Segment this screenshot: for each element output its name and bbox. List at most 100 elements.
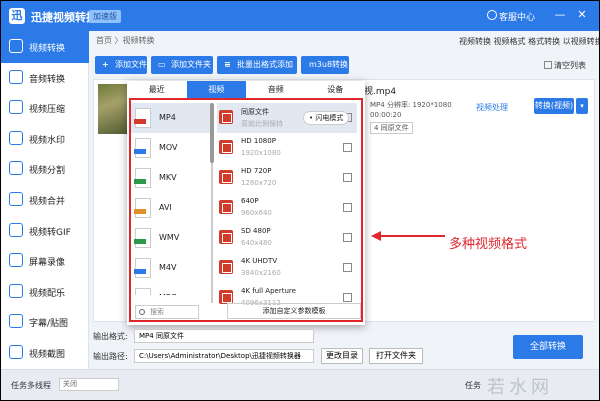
quality-item[interactable]: HD 720P 1280x720 (217, 163, 357, 193)
quality-title: 4K full Aperture (241, 287, 296, 295)
video-preset-icon (219, 200, 233, 214)
file-meta: MP4 分辨率: 1920*1080 00:00:20 (370, 101, 452, 119)
video-preset-icon (219, 140, 233, 154)
clear-list-checkbox[interactable]: 清空列表 (544, 60, 586, 71)
annotation-arrow (371, 231, 445, 241)
quality-item[interactable]: SD 480P 640x480 (217, 223, 357, 253)
sidebar-item-label: 屏幕录像 (29, 258, 66, 269)
sidebar-item-label: 视频配乐 (29, 288, 66, 299)
format-item[interactable]: WMV (131, 223, 213, 253)
sidebar-item-6[interactable]: 视频转GIF (1, 215, 89, 247)
video-file-icon (134, 138, 151, 158)
add-file-button[interactable]: + 添加文件 (95, 56, 147, 74)
close-button[interactable]: ✕ (575, 8, 589, 22)
m3u8-convert-button[interactable]: m3u8转换 (301, 56, 349, 74)
sidebar-item-label: 视频截图 (29, 350, 66, 360)
change-directory-button[interactable]: 更改目录 (321, 348, 363, 364)
video-file-icon (134, 198, 151, 218)
sidebar-item-label: 视频转换 (29, 44, 66, 54)
sidebar-item-8[interactable]: 视频配乐 (1, 276, 89, 308)
sidebar-item-9[interactable]: 字幕/贴图 (1, 306, 89, 338)
video-file-icon (134, 168, 151, 188)
format-label: M4V (159, 263, 177, 272)
edit-icon[interactable] (343, 263, 352, 272)
quality-size: 1280x720 (241, 179, 277, 187)
output-format-select[interactable]: MP4 同原文件 (134, 329, 314, 343)
edit-icon[interactable] (343, 173, 352, 182)
sidebar-item-icon (9, 283, 23, 298)
sidebar-item-1[interactable]: 音频转换 (1, 62, 89, 94)
multithread-select[interactable]: 关闭 (59, 378, 119, 391)
convert-dropdown-icon[interactable]: ▾ (576, 98, 588, 114)
sidebar-item-4[interactable]: 视频分割 (1, 153, 89, 185)
list-icon: ≡ (224, 60, 231, 69)
edit-icon[interactable] (343, 143, 352, 152)
top-right-links[interactable]: 视频转换 视频格式 格式转换 以视频转换无损 (459, 36, 599, 47)
format-tab-0[interactable]: 最近 (127, 81, 187, 99)
quality-title: 同原文件 (241, 108, 269, 116)
headset-icon[interactable] (487, 10, 497, 20)
quality-size: 1920x1080 (241, 149, 281, 157)
video-preset-icon (219, 110, 233, 124)
convert-button[interactable]: 转换(视频) (534, 98, 574, 114)
quality-item[interactable]: 同原文件原始比例保持 • 闪电模式 (217, 103, 357, 133)
format-item[interactable]: MP4 (131, 103, 213, 133)
batch-add-button[interactable]: ≡ 批量出格式添加 (217, 56, 297, 74)
sidebar-item-10[interactable]: 视频截图 (1, 337, 89, 369)
sidebar-item-icon (9, 192, 23, 206)
edit-icon[interactable] (343, 233, 352, 242)
add-template-button[interactable]: 添加自定义参数模板 (227, 303, 361, 319)
sidebar-item-icon (9, 345, 23, 359)
flash-mode-button[interactable]: • 闪电模式 (303, 111, 350, 125)
quality-title: HD 720P (241, 167, 272, 175)
format-item[interactable]: M4V (131, 253, 213, 283)
format-search-input[interactable]: 搜索 (135, 305, 199, 319)
app-logo-icon: 迅 (9, 8, 25, 24)
task-label: 任务 (465, 381, 481, 390)
plus-icon: + (102, 60, 109, 69)
checkbox-icon[interactable] (544, 61, 552, 69)
sidebar-item-3[interactable]: 视频水印 (1, 123, 89, 155)
quality-item[interactable]: 4K UHDTV 3840x2160 (217, 253, 357, 283)
format-list-scrollbar[interactable] (210, 103, 214, 303)
convert-all-button[interactable]: 全部转换 (513, 335, 583, 359)
sidebar-item-label: 视频合并 (29, 197, 66, 207)
video-process-link[interactable]: 视频处理 (476, 102, 508, 113)
service-center-link[interactable]: 客服中心 (499, 10, 535, 23)
sidebar-item-label: 视频分割 (29, 166, 66, 177)
sidebar-item-5[interactable]: 视频合并 (1, 184, 89, 216)
format-tabs: 最近 视频 音频 设备 (127, 81, 365, 99)
format-item[interactable]: MPG (131, 283, 213, 295)
format-tab-2[interactable]: 音频 (246, 81, 306, 99)
app-window: 迅 迅捷视频转换器 加速版 客服中心 — ✕ 视频转换 音频转换 视频压缩 视频水印视… (1, 1, 599, 400)
format-item[interactable]: MKV (131, 163, 213, 193)
minimize-button[interactable]: — (553, 8, 567, 22)
version-badge: 加速版 (89, 10, 121, 23)
edit-icon[interactable] (343, 203, 352, 212)
title-bar: 迅 迅捷视频转换器 加速版 客服中心 — ✕ (1, 1, 599, 31)
quality-item[interactable]: HD 1080P 1920x1080 (217, 133, 357, 163)
output-settings: 输出格式: MP4 同原文件 输出路径: C:\Users\Administra… (89, 325, 599, 369)
quality-size: 原始比例保持 (241, 120, 283, 128)
sidebar-item-0[interactable]: 视频转换 (1, 31, 89, 63)
sidebar-item-label: 视频水印 (29, 135, 66, 146)
quality-list: 同原文件 原始比例保持 • 闪电模式 HD 1080P 1920x1080 HD 720P… (217, 103, 357, 307)
edit-icon[interactable] (343, 293, 352, 302)
sidebar-item-icon (9, 100, 23, 115)
quality-item[interactable]: 640P 960x640 (217, 193, 357, 223)
file-format-select[interactable]: 4 同原文件 (370, 122, 413, 134)
open-folder-button[interactable]: 打开文件夹 (369, 348, 423, 364)
output-path-field[interactable]: C:\Users\Administrator\Desktop\迅捷视频转换器 (134, 349, 314, 363)
video-file-icon (135, 288, 151, 295)
format-item[interactable]: AVI (131, 193, 213, 223)
video-preset-icon (219, 230, 233, 244)
format-tab-1[interactable]: 视频 (186, 81, 246, 99)
output-path-label: 输出路径: (93, 352, 128, 361)
sidebar-item-7[interactable]: 屏幕录像 (1, 245, 89, 277)
sidebar-item-label: 音频转换 (29, 74, 66, 85)
format-tab-3[interactable]: 设备 (306, 81, 366, 99)
format-item[interactable]: MOV (131, 133, 213, 163)
sidebar-item-label: 字幕/贴图 (29, 319, 69, 330)
sidebar-item-2[interactable]: 视频压缩 (1, 92, 89, 124)
add-folder-button[interactable]: ▭ 添加文件夹 (151, 56, 213, 74)
